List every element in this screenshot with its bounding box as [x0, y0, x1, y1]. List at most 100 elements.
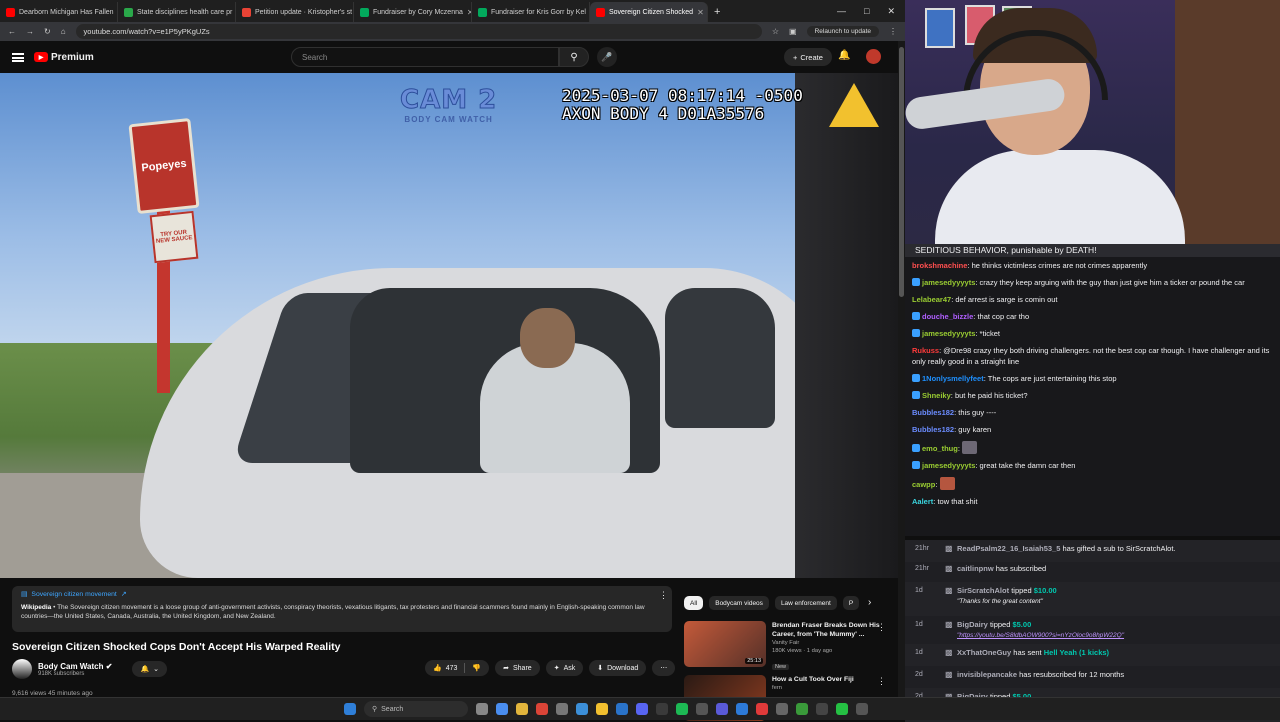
filter-chip[interactable]: Law enforcement	[775, 596, 837, 610]
thumbs-down-icon[interactable]: 👎	[472, 664, 481, 672]
chat-username[interactable]: jamesedyyyyts	[922, 278, 975, 287]
app-icon[interactable]	[796, 703, 808, 715]
app-icon[interactable]	[736, 703, 748, 715]
taskbar-search[interactable]: ⚲Search	[364, 701, 468, 717]
chat-username[interactable]: jamesedyyyyts	[922, 329, 975, 338]
chat-username[interactable]: Lelabear47	[912, 295, 951, 304]
microphone-icon[interactable]: 🎤	[597, 47, 617, 67]
scrollbar-thumb[interactable]	[899, 47, 904, 297]
home-icon[interactable]: ⌂	[61, 27, 66, 36]
extensions-icon[interactable]: ▣	[789, 27, 797, 36]
feed-time: 2d	[915, 666, 945, 678]
feed-user[interactable]: SirScratchAlot	[957, 586, 1009, 595]
relaunch-button[interactable]: Relaunch to update	[807, 26, 879, 37]
video-player[interactable]: Popeyes TRY OUR NEW SAUCE CAM 2 BODY CAM…	[0, 73, 898, 578]
info-panel[interactable]: ▤Sovereign citizen movement↗ Wikipedia •…	[12, 586, 672, 632]
chat-username[interactable]: Rukuss	[912, 346, 939, 355]
chat-username[interactable]: douche_bizzle	[922, 312, 973, 321]
menu-hamburger-icon[interactable]	[12, 53, 24, 62]
task-view-icon[interactable]	[476, 703, 488, 715]
recommended-menu-icon[interactable]: ⋮	[877, 622, 886, 633]
url-field[interactable]: youtube.com/watch?v=e1P5yPKgUZs	[76, 24, 762, 39]
info-panel-source: Wikipedia	[21, 604, 51, 611]
chat-username[interactable]: Aalert	[912, 497, 933, 506]
new-tab-icon[interactable]: +	[708, 6, 726, 22]
filter-chip[interactable]: Bodycam videos	[709, 596, 769, 610]
app-icon[interactable]	[716, 703, 728, 715]
download-button[interactable]: ⬇Download	[589, 660, 646, 676]
app-icon[interactable]	[556, 703, 568, 715]
chat-username[interactable]: Bubbles182	[912, 408, 954, 417]
feed-user[interactable]: invisiblepancake	[957, 670, 1017, 679]
account-avatar[interactable]	[866, 49, 881, 64]
channel-avatar[interactable]	[12, 659, 32, 679]
subscribe-bell-button[interactable]: 🔔⌄	[132, 661, 167, 677]
info-more-icon[interactable]: ⋮	[659, 590, 668, 601]
info-panel-title[interactable]: Sovereign citizen movement	[31, 590, 116, 599]
app-icon[interactable]	[536, 703, 548, 715]
chat-username[interactable]: 1Nonlysmellyfeet	[922, 374, 984, 383]
app-icon[interactable]	[696, 703, 708, 715]
share-button[interactable]: ➦Share	[495, 660, 540, 676]
like-button[interactable]: 👍473👎	[425, 660, 489, 676]
chips-next-icon[interactable]: ›	[868, 597, 871, 608]
recommended-title[interactable]: How a Cult Took Over Fiji	[772, 675, 854, 684]
app-icon[interactable]	[616, 703, 628, 715]
folder-icon[interactable]	[596, 703, 608, 715]
more-actions-icon[interactable]: ⋯	[652, 660, 675, 676]
chat-username[interactable]: Shneiky	[922, 391, 951, 400]
browser-tab[interactable]: Petition update · Kristopher's st✕	[236, 2, 354, 22]
minimize-icon[interactable]: —	[837, 6, 846, 17]
browser-tab[interactable]: Sovereign Citizen Shocked✕	[590, 2, 708, 22]
tab-close-icon[interactable]: ✕	[697, 8, 704, 17]
recommended-video[interactable]: 25:13 Brendan Fraser Breaks Down His Car…	[684, 621, 884, 673]
app-icon[interactable]	[756, 703, 768, 715]
feed-link[interactable]: "https://youtu.be/S8ldbAOW900?si=nYzOloc…	[957, 632, 1124, 639]
menu-dots-icon[interactable]: ⋮	[889, 27, 897, 36]
recommended-menu-icon[interactable]: ⋮	[877, 676, 886, 687]
spotify-icon[interactable]	[676, 703, 688, 715]
discord-icon[interactable]	[636, 703, 648, 715]
recommended-title[interactable]: Brendan Fraser Breaks Down His Career, f…	[772, 621, 884, 639]
youtube-logo[interactable]: ▶Premium	[34, 52, 94, 63]
app-icon[interactable]	[656, 703, 668, 715]
feed-user[interactable]: BigDairy	[957, 620, 988, 629]
axon-logo-icon	[829, 83, 879, 127]
browser-tab[interactable]: Dearborn Michigan Has Fallen✕	[0, 2, 118, 22]
chat-username[interactable]: emo_thug	[922, 444, 958, 453]
sparkle-icon: ✦	[554, 664, 560, 672]
feed-user[interactable]: caitlinpnw	[957, 564, 994, 573]
app-icon[interactable]	[816, 703, 828, 715]
bookmark-star-icon[interactable]: ☆	[772, 27, 779, 36]
app-icon[interactable]	[576, 703, 588, 715]
filter-chip[interactable]: P	[843, 596, 859, 610]
reload-icon[interactable]: ↻	[44, 27, 51, 36]
browser-tab[interactable]: State disciplines health care pr✕	[118, 2, 236, 22]
app-icon[interactable]	[496, 703, 508, 715]
filter-chip[interactable]: All	[684, 596, 703, 610]
video-thumbnail[interactable]: 25:13	[684, 621, 766, 667]
app-icon[interactable]	[776, 703, 788, 715]
app-icon[interactable]	[836, 703, 848, 715]
ask-button[interactable]: ✦Ask	[546, 660, 584, 676]
chat-username[interactable]: brokshmachine	[912, 261, 967, 270]
back-icon[interactable]: ←	[8, 27, 16, 36]
channel-name[interactable]: Body Cam Watch	[38, 662, 104, 671]
search-icon[interactable]: ⚲	[559, 47, 589, 67]
app-icon[interactable]	[856, 703, 868, 715]
browser-tab[interactable]: Fundraiser by Cory Mczenna✕	[354, 2, 472, 22]
windows-start-icon[interactable]	[344, 703, 356, 715]
feed-user[interactable]: XxThatOneGuy	[957, 648, 1011, 657]
chat-username[interactable]: Bubbles182	[912, 425, 954, 434]
chat-username[interactable]: cawpp	[912, 480, 935, 489]
forward-icon[interactable]: →	[26, 27, 34, 36]
notifications-bell-icon[interactable]: 🔔	[838, 50, 850, 61]
search-input[interactable]: Search	[291, 47, 559, 67]
browser-tab[interactable]: Fundraiser for Kris Gorr by Kel✕	[472, 2, 590, 22]
close-window-icon[interactable]: ✕	[887, 6, 895, 17]
feed-user[interactable]: ReadPsalm22_16_Isaiah53_5	[957, 544, 1060, 553]
maximize-icon[interactable]: □	[864, 6, 869, 17]
chat-username[interactable]: jamesedyyyyts	[922, 461, 975, 470]
chrome-icon[interactable]	[516, 703, 528, 715]
create-button[interactable]: +Create	[784, 48, 832, 66]
